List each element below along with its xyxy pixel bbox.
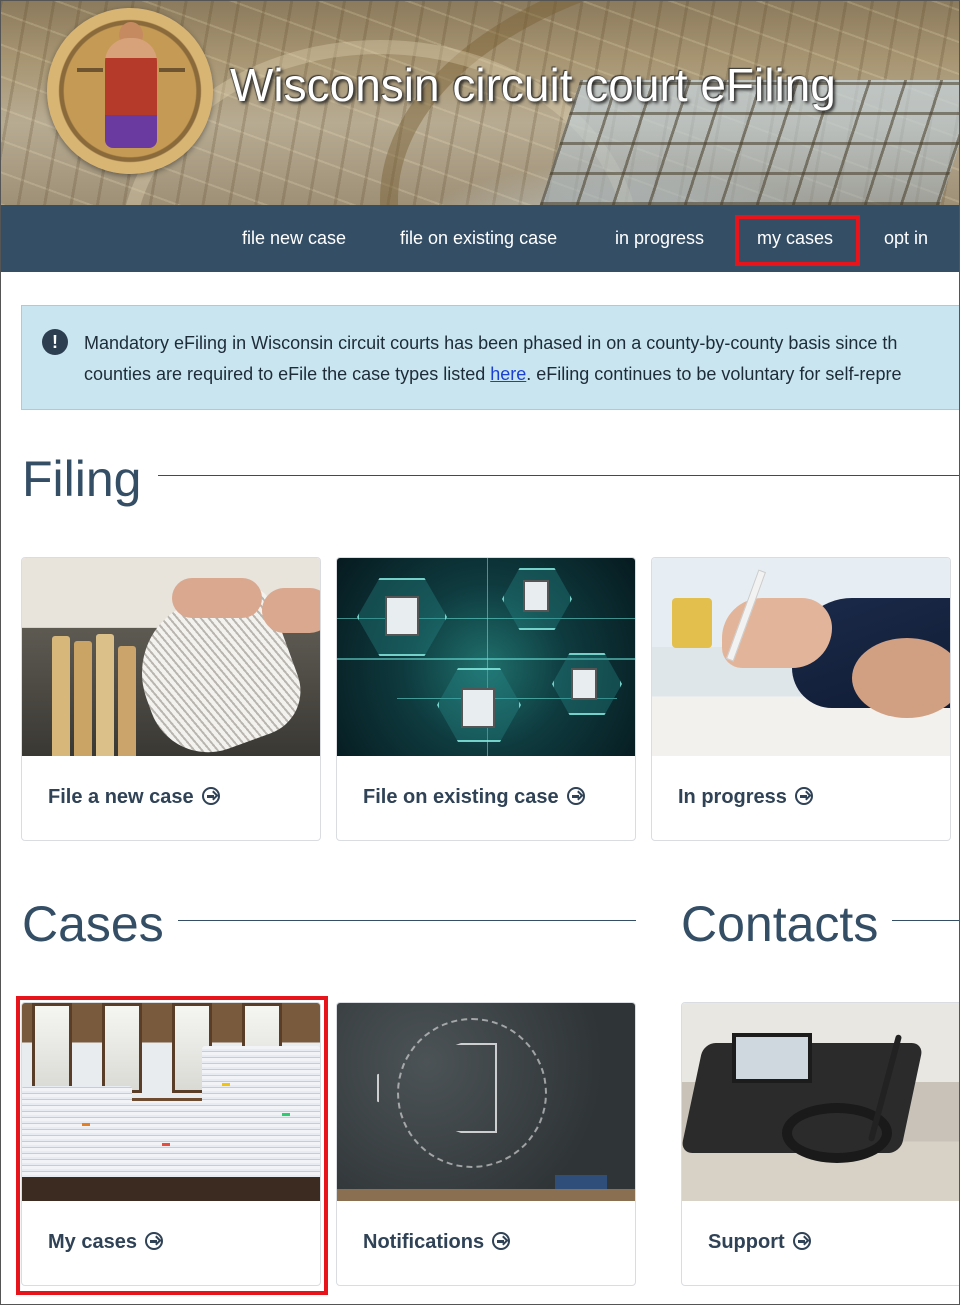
- folder: [74, 641, 92, 756]
- alert-line-2-end: . eFiling continues to be voluntary for …: [526, 364, 902, 384]
- card-my-cases[interactable]: My cases: [21, 1002, 321, 1286]
- card-label-text: In progress: [678, 786, 787, 808]
- sticky-tab: [162, 1143, 170, 1146]
- megaphone-drawing: [377, 1043, 497, 1133]
- filing-heading-rule: [158, 475, 960, 476]
- card-support[interactable]: Support: [681, 1002, 960, 1286]
- site-title[interactable]: Wisconsin circuit court eFiling: [230, 58, 836, 112]
- hand-left: [172, 578, 262, 618]
- nav-opt-in[interactable]: opt in: [884, 205, 928, 272]
- chalk-ledge: [337, 1189, 635, 1201]
- document-icon: [523, 580, 549, 612]
- court-seal-logo[interactable]: [47, 8, 213, 174]
- card-label-text: My cases: [48, 1231, 137, 1253]
- paper-pile: [22, 1086, 132, 1181]
- document-icon: [461, 688, 495, 728]
- filing-cabinet-image: [22, 558, 320, 756]
- sticky-tab: [82, 1123, 90, 1126]
- filing-heading: Filing: [22, 451, 142, 507]
- pencil-cup: [672, 598, 712, 648]
- folder: [52, 636, 70, 756]
- arrow-circle-right-icon: [566, 787, 585, 805]
- card-notifications[interactable]: Notifications: [336, 1002, 636, 1286]
- window: [32, 1003, 72, 1093]
- card-label-in-progress: In progress: [678, 786, 813, 809]
- phone-headset-image: [682, 1003, 960, 1201]
- exclamation-circle-icon: !: [42, 329, 68, 355]
- alert-line-2-start: counties are required to eFile the case …: [84, 364, 491, 384]
- arrow-circle-right-icon: [201, 787, 220, 805]
- alert-line-1: Mandatory eFiling in Wisconsin circuit c…: [84, 333, 898, 353]
- folder: [96, 634, 114, 756]
- paper-pile: [202, 1046, 320, 1181]
- seal-scale-left: [77, 68, 103, 72]
- card-file-on-existing-case[interactable]: File on existing case: [336, 557, 636, 841]
- card-label-text: Notifications: [363, 1231, 485, 1253]
- phone-screen: [732, 1033, 812, 1083]
- card-file-new-case[interactable]: File a new case: [21, 557, 321, 841]
- document-icon: [385, 596, 419, 636]
- writing-hand-image: [652, 558, 950, 756]
- card-in-progress[interactable]: In progress: [651, 557, 951, 841]
- nav-in-progress[interactable]: in progress: [615, 205, 704, 272]
- card-label-text: File a new case: [48, 786, 194, 808]
- card-label-file-new-case: File a new case: [48, 786, 220, 809]
- contacts-heading: Contacts: [681, 896, 879, 952]
- alert-here-link[interactable]: here: [490, 364, 526, 384]
- cases-heading-rule: [178, 920, 636, 921]
- main-nav: file new case file on existing case in p…: [0, 205, 960, 272]
- window: [102, 1003, 142, 1093]
- alert-line-2: counties are required to eFile the case …: [84, 359, 960, 390]
- hand-right: [262, 588, 320, 633]
- chalkboard-megaphone-image: [337, 1003, 635, 1201]
- arrow-circle-right-icon: [144, 1232, 163, 1250]
- nav-my-cases[interactable]: my cases: [757, 205, 833, 272]
- sticky-tab: [222, 1083, 230, 1086]
- arrow-circle-right-icon: [792, 1232, 811, 1250]
- document-icon: [571, 668, 597, 700]
- card-label-my-cases: My cases: [48, 1231, 163, 1254]
- nav-file-new-case[interactable]: file new case: [242, 205, 346, 272]
- paper-stacks-image: [22, 1003, 320, 1201]
- cases-heading: Cases: [22, 896, 164, 952]
- nav-file-on-existing-case[interactable]: file on existing case: [400, 205, 557, 272]
- seal-figure: [105, 38, 157, 148]
- card-label-text: File on existing case: [363, 786, 559, 808]
- circuit-board-image: [337, 558, 635, 756]
- site-header: Wisconsin circuit court eFiling: [0, 0, 960, 205]
- card-label-file-on-existing-case: File on existing case: [363, 786, 585, 809]
- eraser: [555, 1175, 607, 1189]
- alert-message: Mandatory eFiling in Wisconsin circuit c…: [84, 328, 960, 390]
- card-label-text: Support: [708, 1231, 785, 1253]
- arrow-circle-right-icon: [492, 1232, 511, 1250]
- arrow-circle-right-icon: [794, 787, 813, 805]
- card-label-notifications: Notifications: [363, 1231, 511, 1254]
- sticky-tab: [282, 1113, 290, 1116]
- folder: [118, 646, 136, 756]
- mandatory-efiling-alert: ! Mandatory eFiling in Wisconsin circuit…: [21, 305, 960, 410]
- contacts-heading-rule: [892, 920, 960, 921]
- desk: [22, 1177, 320, 1201]
- card-label-support: Support: [708, 1231, 811, 1254]
- seal-scale-right: [159, 68, 185, 72]
